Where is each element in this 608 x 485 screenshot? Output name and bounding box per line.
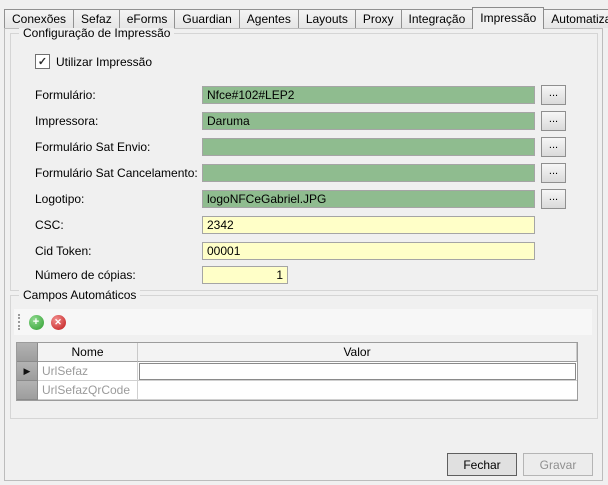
utilizar-impressao-checkbox[interactable]: ✓ Utilizar Impressão [35, 54, 152, 69]
grid-row-urlsefazqrcode: UrlSefazQrCode [17, 381, 577, 400]
numero-copias-field[interactable] [202, 266, 288, 284]
settings-window: { "tabs": { "items": ["Conexões", "Sefaz… [0, 0, 608, 485]
cid-token-field[interactable] [202, 242, 535, 260]
auto-fields-groupbox: Campos Automáticos + ✕ Nome Valor ▶ UrlS… [10, 295, 598, 419]
grid-corner-cell[interactable] [17, 343, 38, 362]
logotipo-browse-button[interactable]: ... [541, 189, 566, 209]
fechar-button[interactable]: Fechar [447, 453, 517, 476]
cid-token-label: Cid Token: [35, 242, 91, 260]
impressora-label: Impressora: [35, 112, 98, 130]
tab-conexoes[interactable]: Conexões [4, 9, 74, 28]
tab-strip: Conexões Sefaz eForms Guardian Agentes L… [4, 7, 608, 28]
tab-layouts[interactable]: Layouts [298, 9, 356, 28]
formulario-browse-button[interactable]: ... [541, 85, 566, 105]
print-config-groupbox: Configuração de Impressão ✓ Utilizar Imp… [10, 33, 598, 291]
valor-cell-editor[interactable] [139, 363, 576, 380]
toolstrip-grip[interactable] [18, 314, 20, 330]
csc-field[interactable] [202, 216, 535, 234]
numero-copias-label: Número de cópias: [35, 266, 136, 284]
csc-label: CSC: [35, 216, 64, 234]
delete-row-button[interactable]: ✕ [47, 311, 69, 333]
formulario-field[interactable] [202, 86, 535, 104]
tab-eforms[interactable]: eForms [119, 9, 176, 28]
tab-guardian[interactable]: Guardian [174, 9, 239, 28]
auto-fields-toolbar: + ✕ [14, 309, 592, 335]
grid-header-valor[interactable]: Valor [138, 343, 577, 362]
formulario-sat-cancelamento-field[interactable] [202, 164, 535, 182]
formulario-sat-envio-label: Formulário Sat Envio: [35, 138, 150, 156]
grid-header-row: Nome Valor [17, 343, 577, 362]
tab-proxy[interactable]: Proxy [355, 9, 402, 28]
auto-fields-title: Campos Automáticos [19, 288, 140, 302]
add-row-button[interactable]: + [25, 311, 47, 333]
formulario-sat-envio-browse-button[interactable]: ... [541, 137, 566, 157]
grid-cell-valor[interactable] [138, 362, 577, 381]
impressora-browse-button[interactable]: ... [541, 111, 566, 131]
auto-fields-grid: Nome Valor ▶ UrlSefaz UrlSefazQrCode [16, 342, 578, 401]
tab-integracao[interactable]: Integração [401, 9, 474, 28]
grid-header-nome[interactable]: Nome [38, 343, 138, 362]
current-row-arrow-icon: ▶ [24, 367, 31, 376]
grid-cell-valor[interactable] [138, 381, 577, 400]
checkbox-check-icon: ✓ [35, 54, 50, 69]
add-icon: + [29, 315, 44, 330]
grid-row-selector[interactable]: ▶ [17, 362, 38, 381]
tab-sefaz[interactable]: Sefaz [73, 9, 120, 28]
grid-cell-nome[interactable]: UrlSefaz [38, 362, 138, 381]
grid-cell-nome[interactable]: UrlSefazQrCode [38, 381, 138, 400]
formulario-sat-envio-field[interactable] [202, 138, 535, 156]
impressora-field[interactable] [202, 112, 535, 130]
logotipo-label: Logotipo: [35, 190, 84, 208]
grid-row-urlsefaz: ▶ UrlSefaz [17, 362, 577, 381]
tab-automatizacao[interactable]: Automatização [543, 9, 608, 28]
formulario-sat-cancelamento-browse-button[interactable]: ... [541, 163, 566, 183]
tab-impressao[interactable]: Impressão [472, 7, 544, 29]
tab-agentes[interactable]: Agentes [239, 9, 299, 28]
logotipo-field[interactable] [202, 190, 535, 208]
formulario-sat-cancelamento-label: Formulário Sat Cancelamento: [35, 164, 198, 182]
delete-icon: ✕ [51, 315, 66, 330]
utilizar-impressao-label: Utilizar Impressão [56, 55, 152, 69]
tabpage-impressao: Configuração de Impressão ✓ Utilizar Imp… [4, 28, 603, 481]
formulario-label: Formulário: [35, 86, 96, 104]
print-config-title: Configuração de Impressão [19, 26, 174, 40]
grid-row-selector[interactable] [17, 381, 38, 400]
gravar-button[interactable]: Gravar [523, 453, 593, 476]
